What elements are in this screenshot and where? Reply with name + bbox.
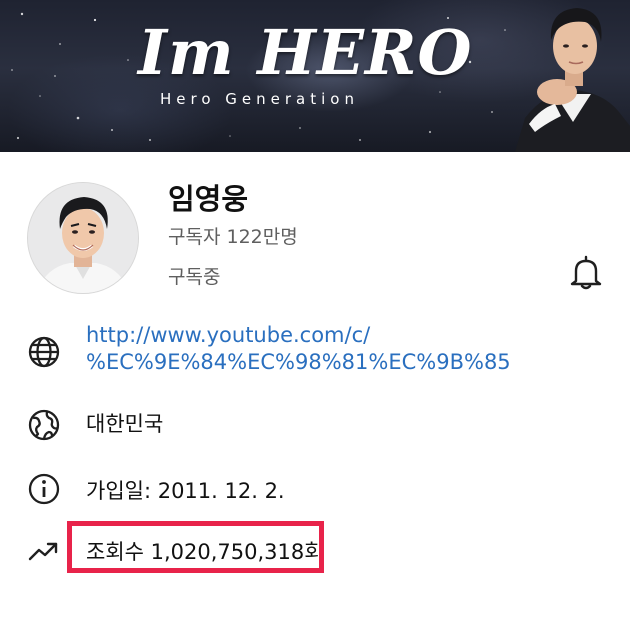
channel-banner: Im HERO Hero Generation	[0, 0, 630, 152]
globe-icon	[28, 336, 60, 368]
joined-date-text: 가입일: 2011. 12. 2.	[86, 479, 285, 503]
banner-subtitle: Hero Generation	[160, 90, 359, 108]
channel-avatar[interactable]	[27, 182, 139, 294]
banner-person-image	[515, 8, 630, 152]
country-text: 대한민국	[86, 412, 164, 436]
channel-link-line2[interactable]: %EC%9E%84%EC%98%81%EC%9B%85	[86, 348, 511, 376]
channel-link-line1[interactable]: http://www.youtube.com/c/	[86, 321, 370, 349]
earth-icon	[28, 409, 60, 441]
trending-icon	[28, 542, 58, 561]
view-count-highlight	[67, 521, 324, 573]
banner-logo: Im HERO	[138, 16, 473, 89]
avatar-portrait	[28, 183, 138, 293]
subscribe-button[interactable]: 구독중	[168, 262, 220, 289]
bell-icon[interactable]	[569, 254, 603, 290]
channel-about-page: Im HERO Hero Generation 임영웅 구독자 122만명 구독…	[0, 0, 630, 630]
subscriber-count: 구독자 122만명	[168, 226, 298, 248]
info-icon	[28, 473, 60, 505]
channel-name[interactable]: 임영웅	[168, 176, 248, 218]
